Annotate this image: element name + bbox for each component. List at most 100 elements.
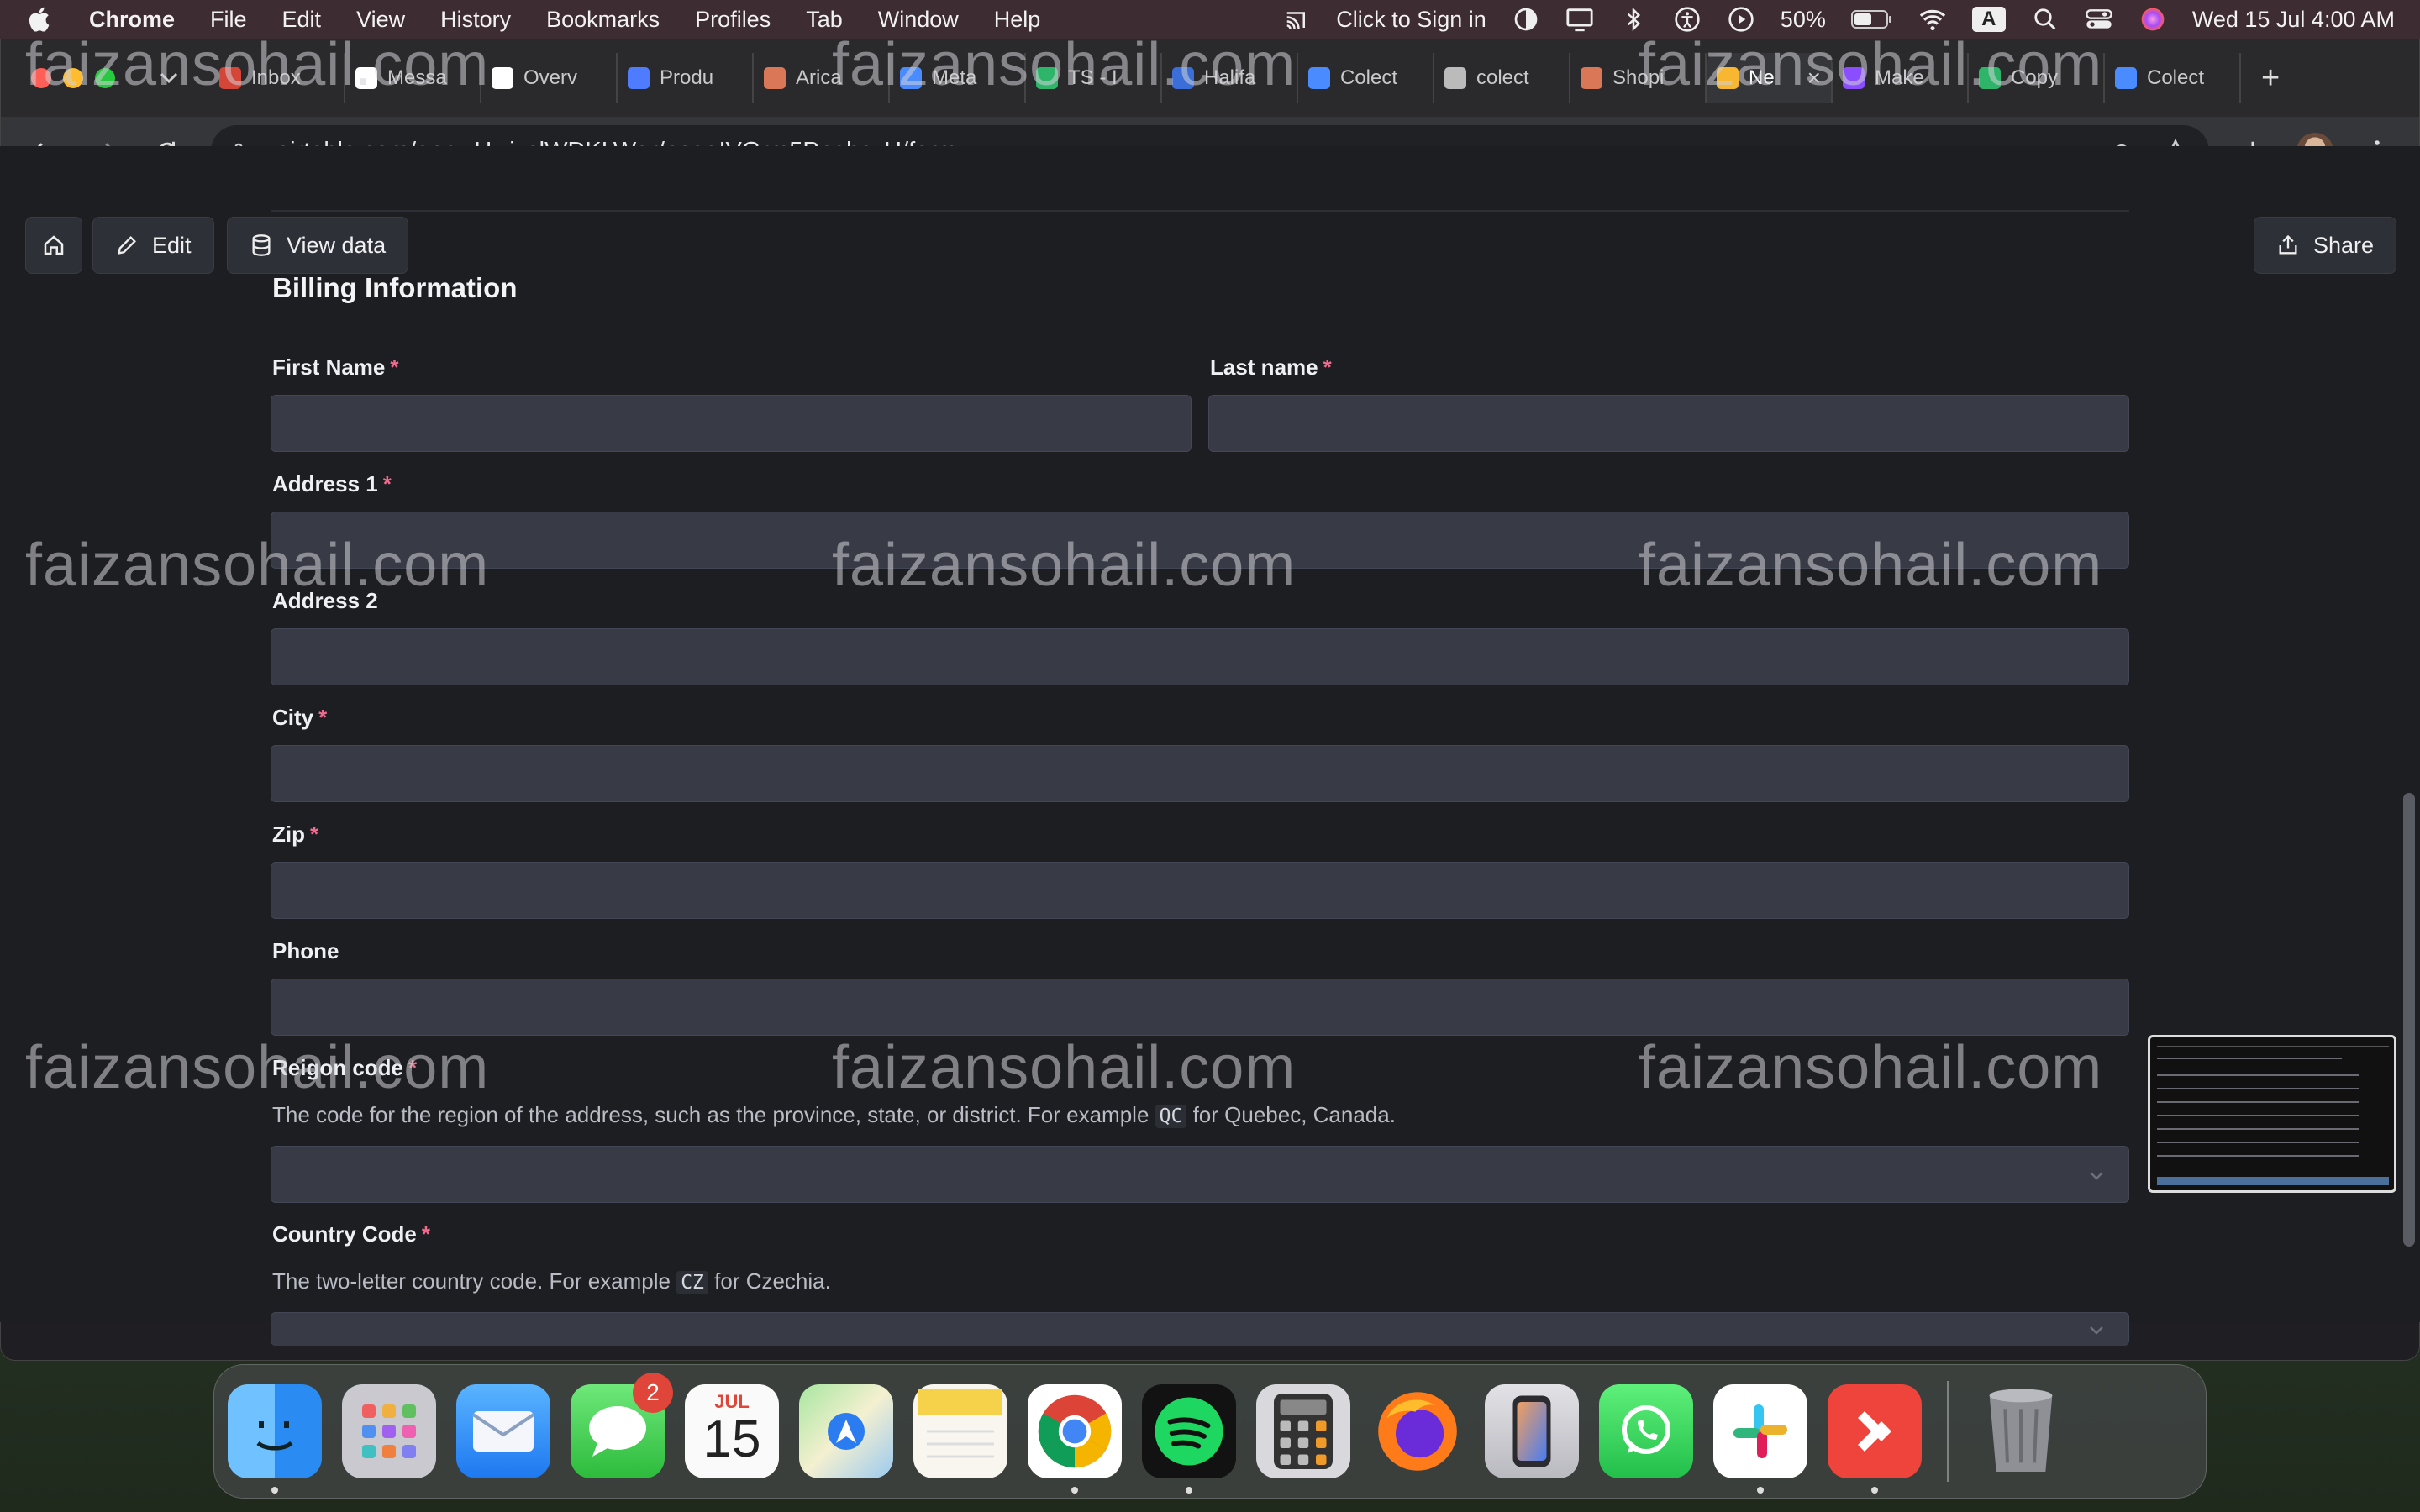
help-code: QC <box>1155 1105 1187 1128</box>
calculator-icon[interactable] <box>1256 1384 1350 1478</box>
menu-bookmarks[interactable]: Bookmarks <box>546 7 660 33</box>
required-marker: * <box>1323 354 1332 380</box>
watermark-text: faizansohail.com <box>1639 1034 2103 1101</box>
last-name-label: Last name * <box>1210 354 1332 381</box>
chrome-icon[interactable] <box>1028 1384 1122 1494</box>
cast-label[interactable]: Click to Sign in <box>1336 7 1486 33</box>
calendar-icon[interactable]: JUL 15 <box>685 1384 779 1478</box>
menu-window[interactable]: Window <box>878 7 959 33</box>
globe-icon <box>1444 67 1466 89</box>
tab-label: Produ <box>660 66 714 89</box>
display-icon[interactable] <box>1565 5 1594 34</box>
accessibility-icon[interactable] <box>1673 5 1702 34</box>
anydesk-icon[interactable] <box>1828 1384 1922 1494</box>
screen-time-icon[interactable] <box>1512 5 1540 34</box>
address2-input[interactable] <box>271 628 2129 685</box>
page-scrollbar[interactable] <box>2403 793 2415 1247</box>
menu-view[interactable]: View <box>356 7 405 33</box>
first-name-label: First Name * <box>272 354 399 381</box>
share-button[interactable]: Share <box>2254 217 2397 274</box>
play-icon[interactable] <box>1727 5 1755 34</box>
divider <box>271 210 2129 212</box>
city-input[interactable] <box>271 745 2129 802</box>
menu-file[interactable]: File <box>210 7 247 33</box>
dock: 2 JUL 15 <box>213 1364 2207 1499</box>
bluetooth-icon[interactable] <box>1619 5 1648 34</box>
share-label: Share <box>2313 232 2375 258</box>
tab-label: Colect <box>1340 66 1398 89</box>
control-center-icon[interactable] <box>2085 5 2113 34</box>
spotlight-icon[interactable] <box>2031 5 2060 34</box>
mail-icon[interactable] <box>456 1384 550 1478</box>
wifi-icon[interactable] <box>1918 5 1947 34</box>
home-button[interactable] <box>25 217 82 274</box>
tab-label: Colect <box>2147 66 2205 89</box>
battery-icon[interactable] <box>1850 5 1893 34</box>
box-icon <box>628 67 650 89</box>
firefox-icon[interactable] <box>1370 1384 1465 1478</box>
watermark-text: faizansohail.com <box>832 1034 1297 1101</box>
browser-tab[interactable]: Colect <box>1298 53 1434 103</box>
phone-input[interactable] <box>271 979 2129 1036</box>
help-text: The two-letter country code. For example <box>272 1268 677 1294</box>
edit-button[interactable]: Edit <box>92 217 214 274</box>
slack-icon[interactable] <box>1713 1384 1807 1494</box>
spotify-icon[interactable] <box>1142 1384 1236 1494</box>
browser-tab[interactable]: Overv <box>481 53 618 103</box>
watermark-text: faizansohail.com <box>1639 31 2103 98</box>
upwork-icon <box>492 67 513 89</box>
last-name-input[interactable] <box>1208 395 2129 452</box>
trash-icon[interactable] <box>1974 1384 2068 1478</box>
address1-label-text: Address 1 <box>272 471 378 496</box>
cast-icon[interactable] <box>1282 5 1311 34</box>
menu-tab[interactable]: Tab <box>806 7 843 33</box>
status-area: Click to Sign in 50% A Wed 15 Jul 4:00 A… <box>1282 5 2395 34</box>
maps-icon[interactable] <box>799 1384 893 1478</box>
iphone-mirroring-icon[interactable] <box>1485 1384 1579 1478</box>
claude-icon <box>764 67 786 89</box>
watermark-text: faizansohail.com <box>25 532 490 599</box>
finder-icon[interactable] <box>228 1384 322 1494</box>
zip-label: Zip * <box>272 822 318 848</box>
whatsapp-icon[interactable] <box>1599 1384 1693 1478</box>
browser-tab[interactable]: Colect <box>2105 53 2241 103</box>
zip-label-text: Zip <box>272 822 305 847</box>
tab-label: colect <box>1476 66 1529 89</box>
input-source-indicator[interactable]: A <box>1971 7 2006 32</box>
pencil-icon <box>118 236 136 255</box>
siri-icon[interactable] <box>2139 5 2167 34</box>
watermark-text: faizansohail.com <box>832 31 1297 98</box>
watermark-text: faizansohail.com <box>25 1034 490 1101</box>
address1-label: Address 1 * <box>272 471 392 497</box>
first-name-label-text: First Name <box>272 354 386 380</box>
running-indicator <box>1871 1487 1878 1494</box>
notes-icon[interactable] <box>913 1384 1007 1478</box>
running-indicator <box>1186 1487 1192 1494</box>
new-tab-button[interactable]: + <box>2261 60 2280 97</box>
region-code-select[interactable] <box>271 1146 2129 1203</box>
first-name-input[interactable] <box>271 395 1192 452</box>
required-marker: * <box>390 354 399 380</box>
country-code-select[interactable] <box>271 1312 2129 1346</box>
required-marker: * <box>318 705 328 730</box>
menu-edit[interactable]: Edit <box>282 7 322 33</box>
menu-help[interactable]: Help <box>994 7 1041 33</box>
menu-profiles[interactable]: Profiles <box>695 7 771 33</box>
menu-history[interactable]: History <box>440 7 511 33</box>
city-label-text: City <box>272 705 314 730</box>
watermark-text: faizansohail.com <box>1639 532 2103 599</box>
browser-tab[interactable]: colect <box>1434 53 1570 103</box>
required-marker: * <box>310 822 319 847</box>
view-data-button[interactable]: View data <box>227 217 409 274</box>
clock[interactable]: Wed 15 Jul 4:00 AM <box>2192 7 2395 33</box>
screenshot-thumbnail[interactable] <box>2148 1035 2396 1193</box>
help-text: for Quebec, Canada. <box>1186 1102 1396 1127</box>
menu-app-name[interactable]: Chrome <box>89 7 175 33</box>
browser-tab[interactable]: Produ <box>618 53 754 103</box>
messages-icon[interactable]: 2 <box>571 1373 673 1478</box>
chevron-down-icon <box>2090 1326 2103 1335</box>
zip-input[interactable] <box>271 862 2129 919</box>
last-name-label-text: Last name <box>1210 354 1318 380</box>
share-icon <box>2279 234 2297 255</box>
launchpad-icon[interactable] <box>342 1384 436 1478</box>
